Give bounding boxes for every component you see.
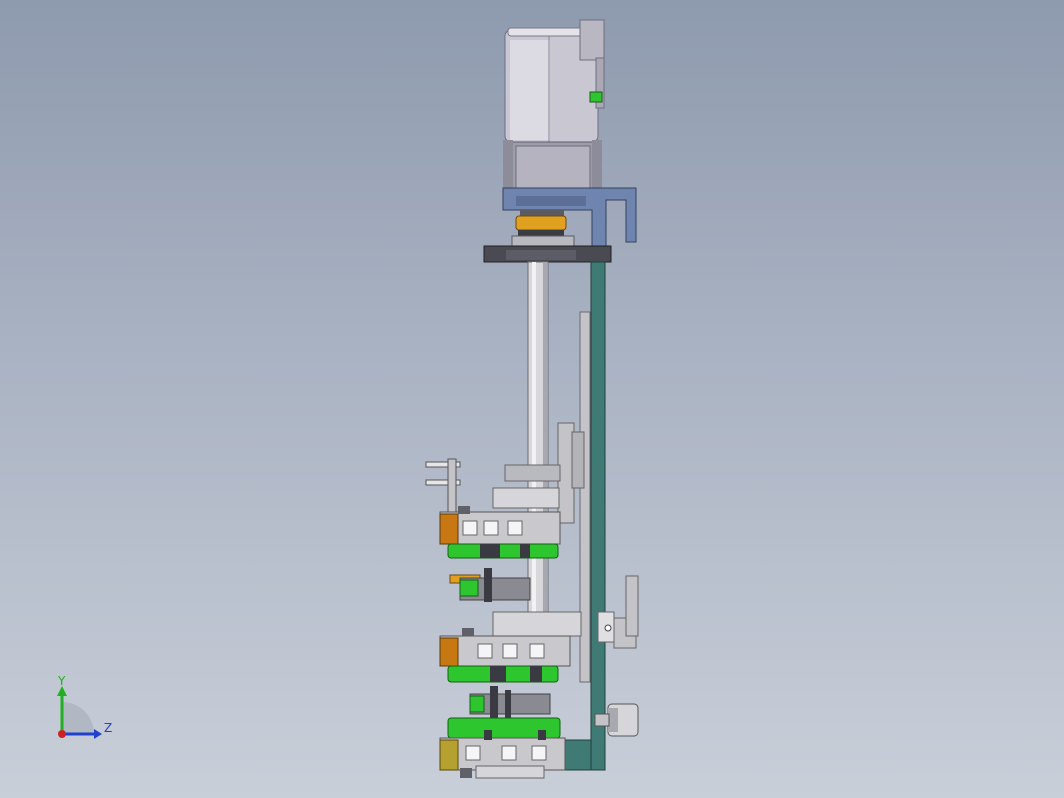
z-axis-label: Z	[104, 721, 112, 735]
y-axis-label: Y	[57, 676, 66, 688]
lead-screw[interactable]	[527, 261, 549, 613]
servo-motor[interactable]	[503, 19, 605, 193]
cad-assembly-model[interactable]	[0, 0, 1064, 798]
cad-viewport[interactable]: Y Z	[0, 0, 1064, 798]
middle-gripper-assembly[interactable]	[439, 628, 571, 720]
top-mounting-plate[interactable]	[483, 245, 612, 263]
shaft-coupling[interactable]	[511, 210, 575, 249]
lower-gripper-assembly[interactable]	[439, 717, 566, 779]
coordinate-triad-icon: Y Z	[57, 676, 112, 739]
